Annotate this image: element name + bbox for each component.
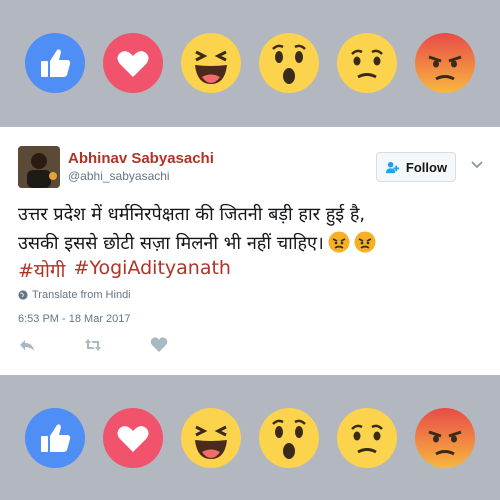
reply-icon[interactable] [18,336,36,354]
love-icon[interactable] [102,32,164,94]
sad-icon[interactable] [336,407,398,469]
avatar[interactable] [18,146,60,188]
like-icon[interactable] [24,32,86,94]
tweet-line-2: उसकी इससे छोटी सज़ा मिलनी भी नहीं चाहिए। [18,229,488,258]
haha-icon[interactable] [180,32,242,94]
follow-button[interactable]: Follow [376,152,456,182]
hashtags: #योगी #YogiAdityanath [18,257,231,283]
chevron-down-icon[interactable] [470,158,484,172]
retweet-icon[interactable] [84,336,102,354]
add-user-icon [385,161,399,173]
sad-icon[interactable] [336,32,398,94]
angry-emoji-icon [354,231,376,253]
tweet-actions [18,336,168,354]
angry-icon[interactable] [414,32,476,94]
reaction-bar-bottom [0,375,500,500]
timestamp[interactable]: 6:53 PM - 18 Mar 2017 [18,313,131,325]
author-handle[interactable]: @abhi_sabyasachi [68,169,170,183]
globe-icon [18,290,28,300]
author-name[interactable]: Abhinav Sabyasachi [68,150,214,167]
hashtag-link[interactable]: #योगी [18,257,65,283]
hashtag-link[interactable]: #YogiAdityanath [73,257,230,283]
tweet-text: उत्तर प्रदेश में धर्मनिरपेक्षता की जितनी… [18,200,488,258]
tweet-line-2-text: उसकी इससे छोटी सज़ा मिलनी भी नहीं चाहिए। [18,233,324,254]
angry-emoji-icon [328,231,350,253]
tweet-line-1: उत्तर प्रदेश में धर्मनिरपेक्षता की जितनी… [18,204,366,225]
love-icon[interactable] [102,407,164,469]
translate-label: Translate from Hindi [32,289,131,301]
reaction-bar-top [0,0,500,125]
haha-icon[interactable] [180,407,242,469]
follow-label: Follow [405,159,448,175]
heart-icon[interactable] [150,336,168,354]
angry-icon[interactable] [414,407,476,469]
like-icon[interactable] [24,407,86,469]
translate-link[interactable]: Translate from Hindi [18,289,131,301]
wow-icon[interactable] [258,32,320,94]
wow-icon[interactable] [258,407,320,469]
